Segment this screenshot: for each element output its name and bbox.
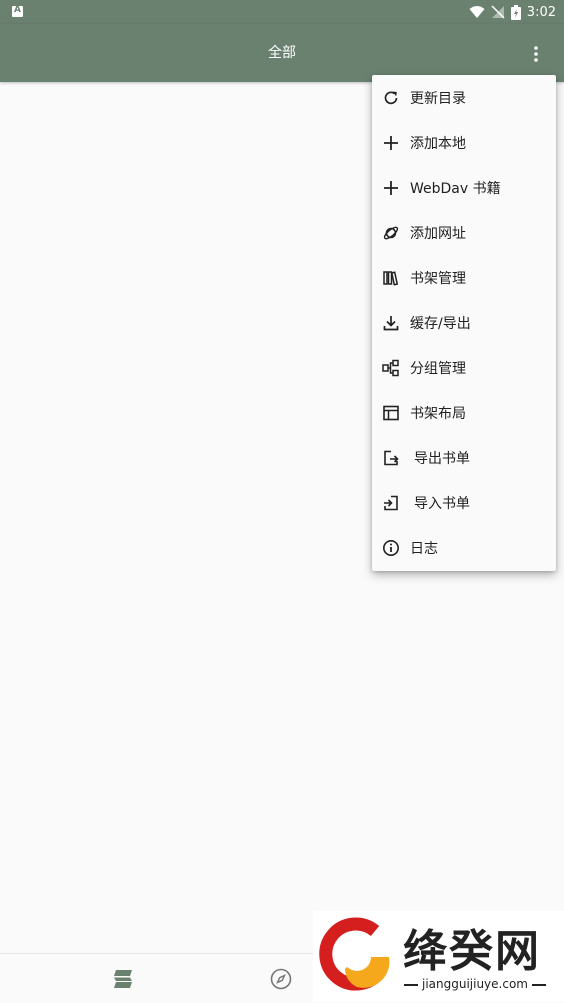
compass-icon[interactable]	[268, 966, 294, 992]
refresh-icon	[382, 89, 400, 107]
download-icon	[382, 314, 400, 332]
battery-icon	[510, 4, 521, 20]
info-icon	[382, 539, 400, 557]
menu-item-group-manage[interactable]: 分组管理	[372, 345, 556, 390]
menu-item-refresh[interactable]: 更新目录	[372, 75, 556, 120]
overflow-menu: 更新目录 添加本地 WebDav 书籍 添加网址 书架管理 缓存/导出 分组管理…	[372, 75, 556, 571]
bookshelf-tab-icon[interactable]	[110, 966, 136, 992]
watermark: 绛癸网 jiangguijiuye.com	[313, 911, 564, 1002]
group-icon	[382, 359, 400, 377]
status-bar: A 3:02	[0, 0, 564, 24]
export-icon	[382, 449, 400, 467]
no-signal-icon	[491, 5, 505, 19]
watermark-url: jiangguijiuye.com	[395, 977, 555, 991]
clock: 3:02	[526, 4, 556, 20]
page-title: 全部	[268, 45, 296, 61]
menu-item-bookshelf-manage[interactable]: 书架管理	[372, 255, 556, 300]
menu-item-cache-export[interactable]: 缓存/导出	[372, 300, 556, 345]
app-bar: 全部	[0, 24, 564, 82]
wifi-icon	[469, 6, 485, 18]
menu-item-add-url[interactable]: 添加网址	[372, 210, 556, 255]
planet-icon	[382, 224, 400, 242]
watermark-text: 绛癸网	[403, 926, 541, 977]
layout-icon	[382, 404, 400, 422]
menu-item-layout[interactable]: 书架布局	[372, 390, 556, 435]
menu-item-log[interactable]: 日志	[372, 525, 556, 570]
menu-item-add-local[interactable]: 添加本地	[372, 120, 556, 165]
status-icons: 3:02	[469, 3, 556, 21]
plus-icon	[382, 134, 400, 152]
import-icon	[382, 494, 400, 512]
watermark-logo	[319, 917, 390, 991]
bookshelf-icon	[382, 269, 400, 287]
menu-item-export-list[interactable]: 导出书单	[372, 435, 556, 480]
menu-item-import-list[interactable]: 导入书单	[372, 480, 556, 525]
menu-item-webdav[interactable]: WebDav 书籍	[372, 165, 556, 210]
more-vert-icon[interactable]	[524, 42, 548, 66]
notification-icon: A	[12, 5, 23, 17]
plus-icon	[382, 179, 400, 197]
